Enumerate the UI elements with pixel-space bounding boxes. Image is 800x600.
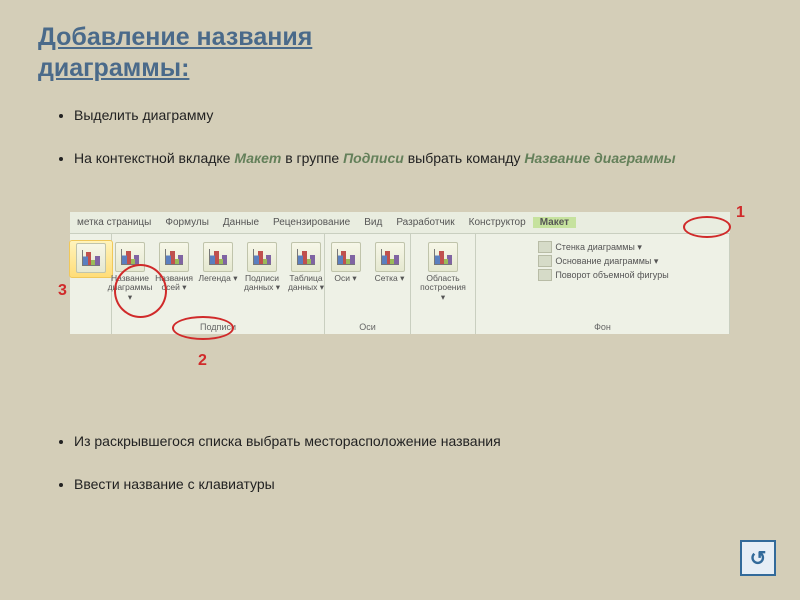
ribbon-tabs: метка страницы Формулы Данные Рецензиров… [70, 212, 730, 234]
tab-constructor[interactable]: Конструктор [462, 217, 533, 228]
chart-title-button[interactable]: Название диаграммы ▾ [109, 240, 151, 302]
return-button[interactable]: ↺ [740, 540, 776, 576]
bullet-4: Ввести название с клавиатуры [74, 475, 706, 494]
tab-review[interactable]: Рецензирование [266, 217, 357, 228]
bullet-3: Из раскрывшегося списка выбрать месторас… [74, 432, 706, 451]
slide-title: Добавление названия диаграммы: [38, 22, 312, 85]
wall-icon [538, 241, 552, 253]
plot-area-button[interactable]: Область построения ▾ [421, 240, 465, 302]
axis-titles-button[interactable]: Названия осей ▾ [153, 240, 195, 302]
chart-icon [115, 242, 145, 272]
ribbon-group-background: Стенка диаграммы ▾ Основание диаграммы ▾… [476, 234, 730, 334]
chart-icon [331, 242, 361, 272]
tab-formulas[interactable]: Формулы [158, 217, 216, 228]
rotation-3d-button[interactable]: Поворот объемной фигуры [538, 269, 668, 281]
chart-icon [375, 242, 405, 272]
grid-button[interactable]: Сетка ▾ [369, 240, 411, 283]
ribbon-group-labels: Название диаграммы ▾ Названия осей ▾ Лег… [112, 234, 325, 334]
chart-floor-button[interactable]: Основание диаграммы ▾ [538, 255, 668, 267]
axes-button[interactable]: Оси ▾ [325, 240, 367, 283]
group-label-podpisi: Подписи [112, 322, 324, 332]
chart-wall-button[interactable]: Стенка диаграммы ▾ [538, 241, 668, 253]
annotation-number-2: 2 [198, 352, 207, 370]
group-label-fon: Фон [476, 322, 729, 332]
ribbon-group-axes: Оси ▾ Сетка ▾ Оси [325, 234, 411, 334]
chart-icon [291, 242, 321, 272]
bullet-1: Выделить диаграмму [74, 106, 706, 125]
return-icon: ↺ [750, 546, 767, 571]
annotation-number-3: 3 [58, 282, 67, 300]
chart-icon [159, 242, 189, 272]
tab-developer[interactable]: Разработчик [389, 217, 461, 228]
tab-layout[interactable]: Макет [533, 217, 576, 228]
chart-icon [76, 243, 106, 273]
floor-icon [538, 255, 552, 267]
annotation-number-1: 1 [736, 204, 745, 222]
tab-page-layout[interactable]: метка страницы [70, 217, 158, 228]
ribbon-screenshot: метка страницы Формулы Данные Рецензиров… [70, 212, 730, 334]
instruction-list-bottom: Из раскрывшегося списка выбрать месторас… [56, 432, 706, 518]
legend-button[interactable]: Легенда ▾ [197, 240, 239, 302]
rotation-icon [538, 269, 552, 281]
data-labels-button[interactable]: Подписи данных ▾ [241, 240, 283, 302]
tab-data[interactable]: Данные [216, 217, 266, 228]
chart-icon [428, 242, 458, 272]
ribbon-group-plot: Область построения ▾ [411, 234, 476, 334]
chart-icon [247, 242, 277, 272]
group-label-osi: Оси [325, 322, 410, 332]
chart-icon [203, 242, 233, 272]
instruction-list-top: Выделить диаграмму На контекстной вкладк… [56, 106, 706, 192]
bullet-2: На контекстной вкладке Макет в группе По… [74, 149, 706, 168]
tab-view[interactable]: Вид [357, 217, 389, 228]
